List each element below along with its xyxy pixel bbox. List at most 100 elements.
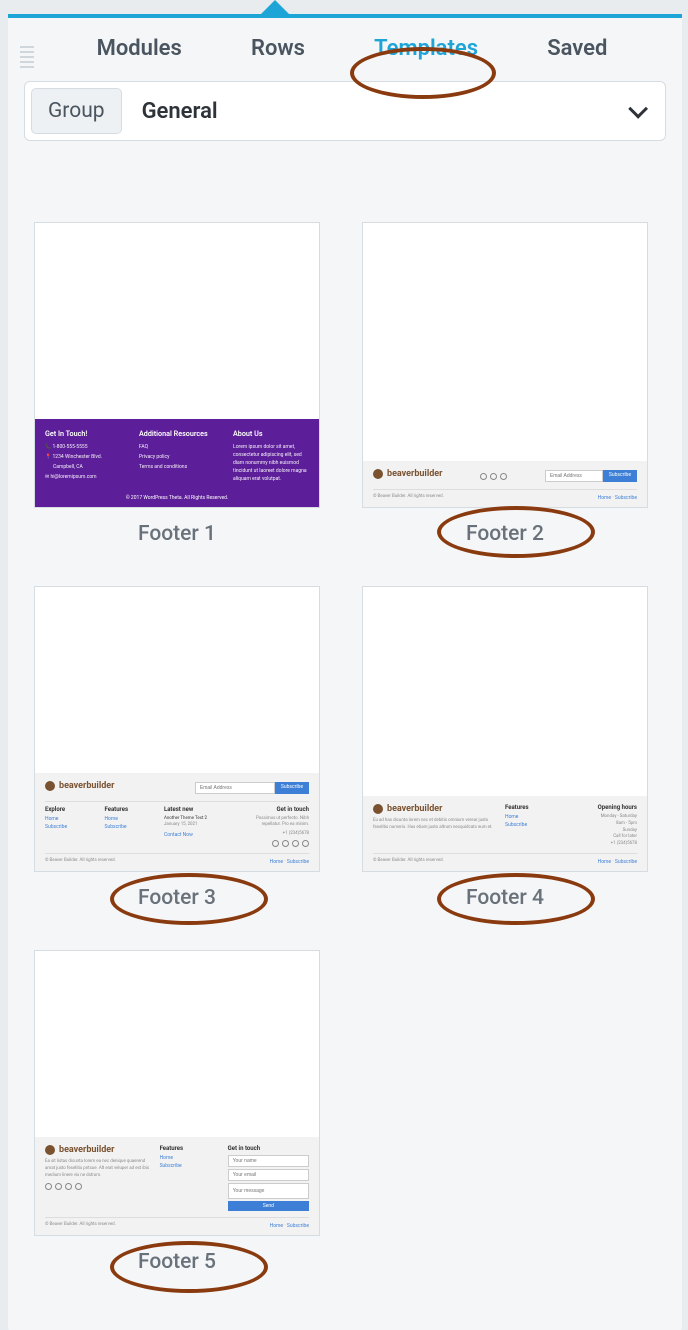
footer4-preview: beaverbuilder Eu ad has dicunta lorem ne… [363,796,647,871]
template-title: Footer 1 [34,522,320,546]
subscribe-button: Subscribe [603,470,637,482]
group-selected-value: General [142,99,218,124]
preview-text: Call for later [576,834,637,841]
footer2-copyright: © Beaver Builder. All rights reserved. [373,494,444,501]
preview-link: Home [505,814,566,820]
template-thumb: beaverbuilder Subscribe © Beaver Builder… [362,222,648,508]
preview-link: Home [45,816,98,822]
preview-text: Possimus ut perfecto. Nibh repellatur. P… [256,816,309,829]
preview-link: Subscribe [160,1163,218,1169]
preview-text: Eu ad has dicunta lorem nec et debitis o… [373,818,495,831]
template-thumb: beaverbuilder Eu ad has dicunta lorem ne… [362,586,648,872]
preview-text: Monday - Saturday [576,814,637,821]
template-title: Footer 5 [34,1250,320,1274]
template-thumb: beaverbuilder Subscribe ExploreHomeSubsc… [34,586,320,872]
email-input [545,470,603,482]
brand-logo: beaverbuilder [373,804,495,814]
footer4-links: HomeSubscribe [598,859,637,865]
group-selector-row: Group General [24,81,666,141]
col-heading: Features [505,804,566,811]
preview-link: Home [160,1155,218,1161]
footer3-copyright: © Beaver Builder. All rights reserved. [45,858,116,865]
templates-grid: Get In Touch! 📞 1-800-555-5555 📍 1234 Wi… [24,194,666,1314]
footer5-preview: beaverbuilder Ea sit listas dicunta lore… [35,1137,319,1235]
template-thumb: Get In Touch! 📞 1-800-555-5555 📍 1234 Wi… [34,222,320,508]
panel-pointer [259,0,291,16]
preview-text: 8am - 5pm [576,821,637,828]
footer1-col2-heading: Additional Resources [139,429,215,438]
footer3-preview: beaverbuilder Subscribe ExploreHomeSubsc… [35,773,319,871]
preview-text: January 15, 2021 [164,822,250,829]
footer1-preview: Get In Touch! 📞 1-800-555-5555 📍 1234 Wi… [35,419,319,507]
col-heading: Latest new [164,806,250,813]
msg-input [228,1183,309,1199]
template-card-footer-4[interactable]: beaverbuilder Eu ad has dicunta lorem ne… [362,586,648,910]
template-card-footer-3[interactable]: beaverbuilder Subscribe ExploreHomeSubsc… [34,586,320,910]
footer1-col3-heading: About Us [233,429,309,438]
preview-link: Home [104,816,157,822]
group-label: Group [31,88,122,134]
tab-saved[interactable]: Saved [547,36,607,61]
col-heading: Explore [45,806,98,813]
footer1-phone: 📞 1-800-555-5555 [45,443,121,451]
footer2-preview: beaverbuilder Subscribe © Beaver Builder… [363,461,647,507]
preview-link: Contact Now [164,832,250,838]
beaver-logo-icon [45,1145,55,1155]
footer1-col1-heading: Get In Touch! [45,429,121,438]
email-input [195,782,275,794]
col-heading: Features [104,806,157,813]
footer2-links: HomeSubscribe [598,495,637,501]
template-card-footer-5[interactable]: beaverbuilder Ea sit listas dicunta lore… [34,950,320,1274]
chevron-down-icon [628,99,648,119]
footer5-links: HomeSubscribe [270,1223,309,1229]
preview-link: Subscribe [45,824,98,830]
template-title: Footer 2 [362,522,648,546]
tab-bar: Modules Rows Templates Saved [8,18,682,81]
name-input [228,1155,309,1167]
template-card-footer-1[interactable]: Get In Touch! 📞 1-800-555-5555 📍 1234 Wi… [34,222,320,546]
social-icons [480,473,507,480]
footer1-terms: Terms and conditions [139,463,215,471]
col-heading: Opening hours [576,804,637,811]
footer1-privacy: Privacy policy [139,453,215,461]
template-title: Footer 4 [362,886,648,910]
beaver-logo-icon [373,469,383,479]
send-button: Send [228,1201,309,1211]
beaver-logo-icon [45,781,55,791]
footer3-links: HomeSubscribe [270,859,309,865]
drag-handle-icon[interactable] [20,46,34,68]
footer1-about-text: Lorem ipsum dolor sit amet, consectetur … [233,443,309,483]
template-title: Footer 3 [34,886,320,910]
tab-templates[interactable]: Templates [374,36,478,61]
footer1-email: ✉ hi@loremipsum.com [45,473,121,481]
footer1-address2: Campbell, CA [45,463,121,471]
social-icons [256,840,309,847]
preview-phone: +1 (234)5678 [256,831,309,838]
template-thumb: beaverbuilder Ea sit listas dicunta lore… [34,950,320,1236]
templates-scroll-area[interactable]: Get In Touch! 📞 1-800-555-5555 📍 1234 Wi… [24,194,682,1320]
template-card-footer-2[interactable]: beaverbuilder Subscribe © Beaver Builder… [362,222,648,546]
col-heading: Get in touch [228,1145,309,1152]
preview-text: Sunday [576,828,637,835]
col-heading: Get in touch [256,806,309,813]
footer5-copyright: © Beaver Builder. All rights reserved. [45,1222,116,1229]
social-icons [45,1183,150,1190]
tab-modules[interactable]: Modules [97,36,182,61]
brand-logo: beaverbuilder [373,469,442,479]
col-heading: Features [160,1145,218,1152]
footer1-faq: FAQ [139,443,215,451]
preview-link: Subscribe [505,822,566,828]
beaver-logo-icon [373,804,383,814]
preview-text: Another Theme Test 2 [164,816,250,823]
footer1-copyright: © 2017 WordPress Theta. All Rights Reser… [45,495,309,501]
group-dropdown[interactable]: General [122,99,665,124]
tab-rows[interactable]: Rows [251,36,305,61]
preview-phone: +1 (234)5678 [576,841,637,848]
preview-link: Subscribe [104,824,157,830]
preview-text: Ea sit listas dicunta lorem ea nec deniq… [45,1159,150,1179]
footer4-copyright: © Beaver Builder. All rights reserved. [373,858,444,865]
email-input [228,1169,309,1181]
brand-logo: beaverbuilder [45,1145,150,1155]
template-panel: Modules Rows Templates Saved Group Gener… [8,14,682,1330]
footer1-address1: 📍 1234 Winchester Blvd. [45,453,121,461]
